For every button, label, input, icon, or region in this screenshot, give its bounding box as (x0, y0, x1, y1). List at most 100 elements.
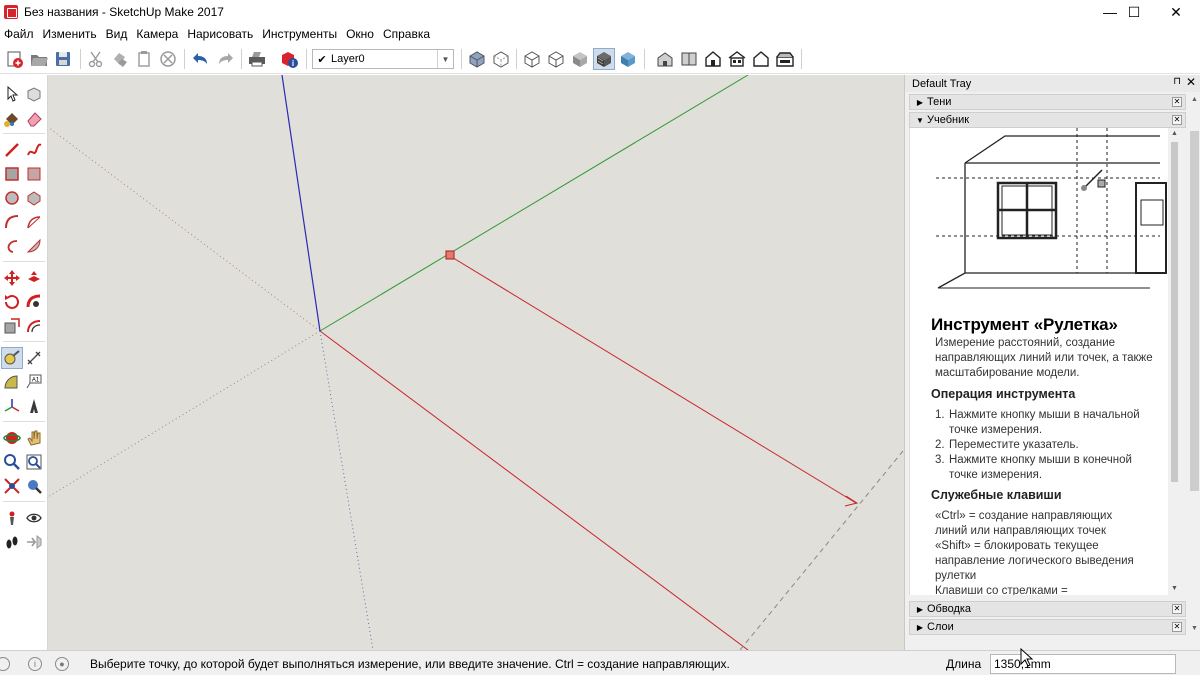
panel-instructor[interactable]: ▼ Учебник ✕ (909, 112, 1186, 128)
save-icon[interactable] (52, 48, 74, 70)
new-file-icon[interactable] (4, 48, 26, 70)
back-view-icon[interactable] (750, 48, 772, 70)
eraser-tool-icon[interactable] (23, 108, 45, 130)
monochrome-style-icon[interactable] (617, 48, 639, 70)
maximize-button[interactable]: ☐ (1111, 0, 1157, 24)
rotated-rectangle-icon[interactable] (23, 163, 45, 185)
circle-tool-icon[interactable] (1, 187, 23, 209)
move-tool-icon[interactable] (1, 267, 23, 289)
scroll-down-icon[interactable]: ▼ (1188, 622, 1200, 635)
tray-scrollbar[interactable]: ▲ ▼ (1188, 93, 1200, 648)
tape-measure-tool-icon[interactable] (1, 347, 23, 369)
open-file-icon[interactable] (28, 48, 50, 70)
polygon-tool-icon[interactable] (23, 187, 45, 209)
panel-close-icon[interactable]: ✕ (1172, 622, 1182, 632)
redo-icon[interactable] (214, 48, 236, 70)
close-button[interactable]: ✕ (1153, 0, 1199, 24)
zoom-extents-icon[interactable] (1, 475, 23, 497)
rotate-tool-icon[interactable] (1, 291, 23, 313)
sketchup-window: Без названия - SketchUp Make 2017 — ☐ ✕ … (0, 0, 1200, 675)
panel-layers[interactable]: ▶ Слои ✕ (909, 619, 1186, 635)
user-icon[interactable]: ● (55, 657, 69, 671)
wireframe-style-icon[interactable] (521, 48, 543, 70)
rectangle-tool-icon[interactable] (1, 163, 23, 185)
walk-tool-icon[interactable] (1, 531, 23, 553)
undo-icon[interactable] (190, 48, 212, 70)
zoom-window-icon[interactable] (23, 451, 45, 473)
menu-view[interactable]: Вид (102, 24, 133, 44)
scroll-thumb[interactable] (1190, 131, 1199, 491)
copy-icon[interactable] (109, 48, 131, 70)
protractor-tool-icon[interactable] (1, 371, 23, 393)
menu-tools[interactable]: Инструменты (258, 24, 342, 44)
select-tool-icon[interactable] (1, 83, 23, 105)
scale-tool-icon[interactable] (1, 315, 23, 337)
cut-icon[interactable] (85, 48, 107, 70)
print-icon[interactable] (246, 48, 268, 70)
freehand-tool-icon[interactable] (23, 139, 45, 161)
tray-close-icon[interactable]: ✕ (1186, 75, 1196, 89)
hiddenline-style-icon[interactable] (545, 48, 567, 70)
panel-outline[interactable]: ▶ Обводка ✕ (909, 601, 1186, 617)
shaded-style-icon[interactable] (569, 48, 591, 70)
pin-icon[interactable]: ⊓ (1173, 76, 1181, 87)
pie-tool-icon[interactable] (23, 235, 45, 257)
pan-tool-icon[interactable] (23, 427, 45, 449)
menu-edit[interactable]: Изменить (39, 24, 102, 44)
front-view-icon[interactable] (702, 48, 724, 70)
top-view-icon[interactable] (678, 48, 700, 70)
orbit-tool-icon[interactable] (1, 427, 23, 449)
panel-shadows[interactable]: ▶ Тени ✕ (909, 94, 1186, 110)
expand-arrow-icon: ▶ (916, 97, 924, 107)
xray-style-icon[interactable] (466, 48, 488, 70)
position-camera-icon[interactable] (1, 507, 23, 529)
left-view-icon[interactable] (774, 48, 796, 70)
line-tool-icon[interactable] (1, 139, 23, 161)
menu-window[interactable]: Окно (342, 24, 379, 44)
default-tray: Default Tray ⊓ ✕ ▶ Тени ✕ ▼ Учебник ✕ Ин… (904, 75, 1200, 650)
chevron-down-icon[interactable]: ▼ (437, 50, 453, 68)
3d-text-tool-icon[interactable] (23, 395, 45, 417)
text-tool-icon[interactable]: A1 (23, 371, 45, 393)
follow-me-icon[interactable] (23, 291, 45, 313)
scroll-up-icon[interactable]: ▲ (1188, 93, 1200, 106)
paste-icon[interactable] (133, 48, 155, 70)
erase-icon[interactable] (157, 48, 179, 70)
iso-view-icon[interactable] (654, 48, 676, 70)
menu-help[interactable]: Справка (379, 24, 435, 44)
panel-close-icon[interactable]: ✕ (1172, 115, 1182, 125)
measurement-value-field[interactable]: 1350,1mm (990, 654, 1176, 674)
backedges-style-icon[interactable] (490, 48, 512, 70)
menu-draw[interactable]: Нарисовать (183, 24, 258, 44)
panel-close-icon[interactable]: ✕ (1172, 97, 1182, 107)
info-icon[interactable]: i (28, 657, 42, 671)
paint-bucket-icon[interactable] (1, 108, 23, 130)
axes-tool-icon[interactable] (1, 395, 23, 417)
push-pull-icon[interactable] (23, 267, 45, 289)
scroll-up-icon[interactable]: ▲ (1168, 128, 1181, 140)
two-point-arc-icon[interactable] (23, 211, 45, 233)
instructor-scrollbar[interactable]: ▲ ▼ (1168, 128, 1181, 595)
three-point-arc-icon[interactable] (1, 235, 23, 257)
menu-camera[interactable]: Камера (132, 24, 183, 44)
arc-tool-icon[interactable] (1, 211, 23, 233)
scroll-thumb[interactable] (1171, 142, 1178, 482)
look-around-icon[interactable] (23, 507, 45, 529)
make-component-icon[interactable] (23, 83, 45, 105)
right-view-icon[interactable] (726, 48, 748, 70)
model-info-icon[interactable]: i (278, 48, 300, 70)
panel-close-icon[interactable]: ✕ (1172, 604, 1182, 614)
geo-location-icon[interactable] (0, 657, 10, 671)
shaded-textures-style-icon[interactable] (593, 48, 615, 70)
section-plane-icon[interactable] (23, 531, 45, 553)
previous-view-icon[interactable] (23, 475, 45, 497)
scroll-down-icon[interactable]: ▼ (1168, 583, 1181, 595)
model-canvas[interactable] (48, 75, 904, 650)
layer-dropdown[interactable]: ✔ Layer0 ▼ (312, 49, 454, 69)
dimension-tool-icon[interactable] (23, 347, 45, 369)
offset-tool-icon[interactable] (23, 315, 45, 337)
green-axis-negative (48, 330, 321, 498)
drawing-viewport[interactable] (48, 75, 904, 650)
menu-file[interactable]: Файл (0, 24, 39, 44)
zoom-tool-icon[interactable] (1, 451, 23, 473)
